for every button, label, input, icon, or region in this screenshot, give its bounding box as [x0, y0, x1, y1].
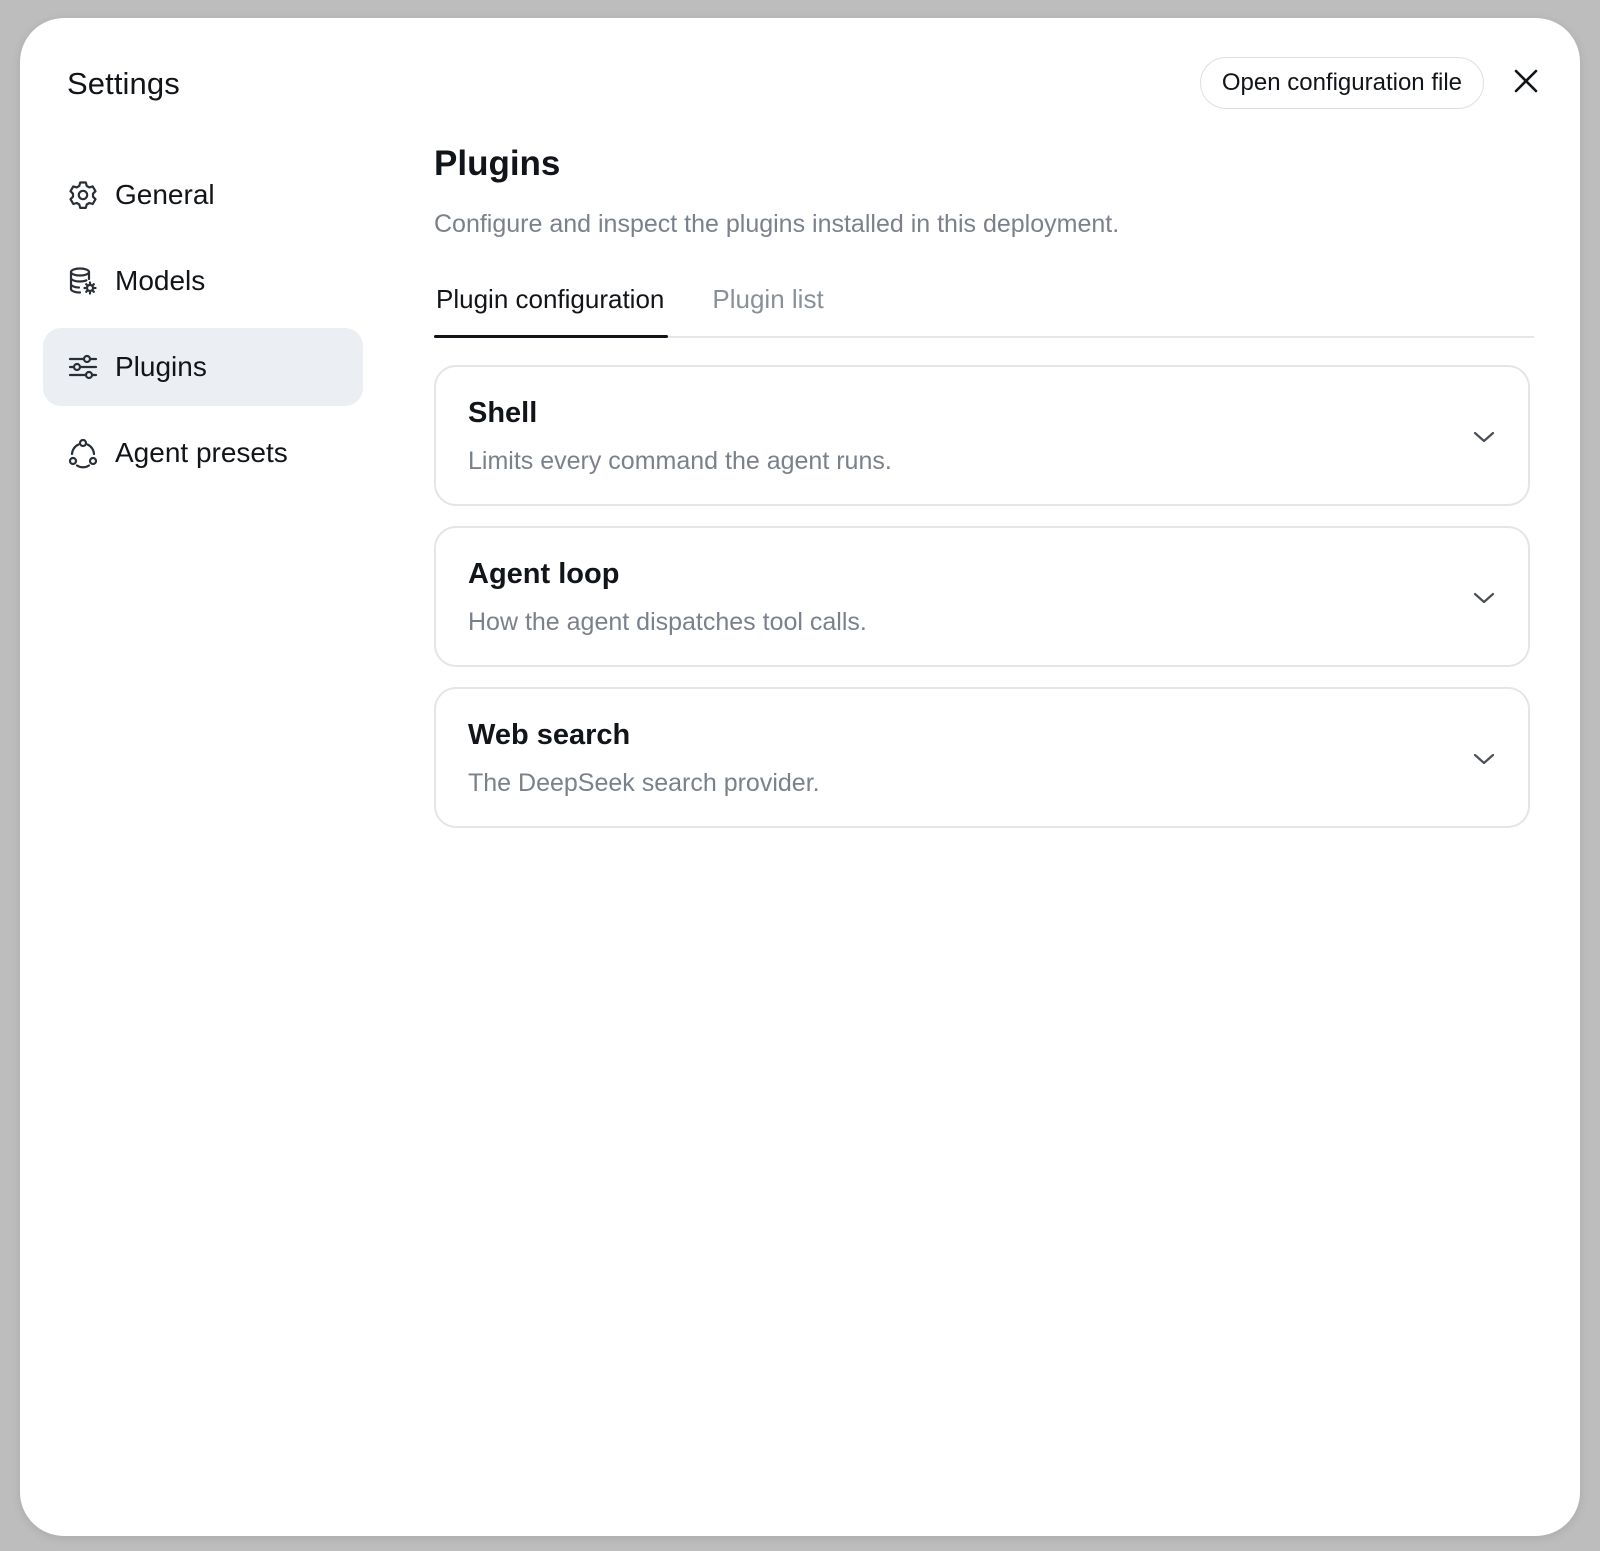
plugins-panel: Plugins Configure and inspect the plugin… — [434, 122, 1534, 848]
open-configuration-file-button[interactable]: Open configuration file — [1199, 57, 1484, 109]
sidebar-item-label: Agent presets — [115, 437, 288, 468]
database-gear-icon — [66, 264, 100, 298]
sidebar-item-plugins[interactable]: Plugins — [43, 328, 363, 406]
header-actions: Open configuration file — [1199, 57, 1548, 109]
sidebar-item-general[interactable]: General — [43, 156, 363, 234]
page-title: Plugins — [434, 144, 561, 183]
sidebar-item-models[interactable]: Models — [43, 242, 363, 320]
sidebar-item-label: General — [115, 179, 215, 210]
chevron-down-icon[interactable] — [1470, 584, 1498, 612]
tab-plugin-list[interactable]: Plugin list — [710, 270, 825, 336]
plugin-card-title: Agent loop — [468, 558, 620, 590]
gear-icon — [66, 178, 100, 212]
sidebar-item-agent-presets[interactable]: Agent presets — [43, 414, 363, 492]
plugin-card-web-search[interactable]: Web search The DeepSeek search provider. — [434, 687, 1530, 828]
sidebar-item-label: Models — [115, 265, 206, 296]
sliders-icon — [66, 350, 100, 384]
sidebar-item-label: Plugins — [115, 351, 207, 382]
settings-dialog: Settings General Models Plugins Agent pr… — [20, 18, 1580, 1536]
plugin-card-description: The DeepSeek search provider. — [468, 769, 820, 797]
chevron-down-icon[interactable] — [1470, 423, 1498, 451]
settings-title: Settings — [67, 66, 180, 101]
settings-sidebar-nav: General Models Plugins Agent presets — [43, 156, 363, 500]
close-button[interactable] — [1504, 61, 1548, 105]
plugin-card-description: How the agent dispatches tool calls. — [468, 608, 867, 636]
tab-plugin-configuration[interactable]: Plugin configuration — [434, 270, 669, 338]
chevron-down-icon[interactable] — [1470, 745, 1498, 773]
agent-cycle-icon — [66, 436, 100, 470]
plugin-card-shell[interactable]: Shell Limits every command the agent run… — [434, 365, 1530, 506]
plugin-card-title: Web search — [468, 719, 631, 751]
plugin-card-title: Shell — [468, 397, 538, 429]
plugin-card-description: Limits every command the agent runs. — [468, 447, 892, 475]
plugin-card-agent-loop[interactable]: Agent loop How the agent dispatches tool… — [434, 526, 1530, 667]
page-subtitle: Configure and inspect the plugins instal… — [434, 210, 1120, 238]
plugin-list: Shell Limits every command the agent run… — [434, 365, 1534, 828]
close-icon — [1513, 68, 1539, 99]
plugin-tabs: Plugin configuration Plugin list — [434, 270, 1534, 338]
